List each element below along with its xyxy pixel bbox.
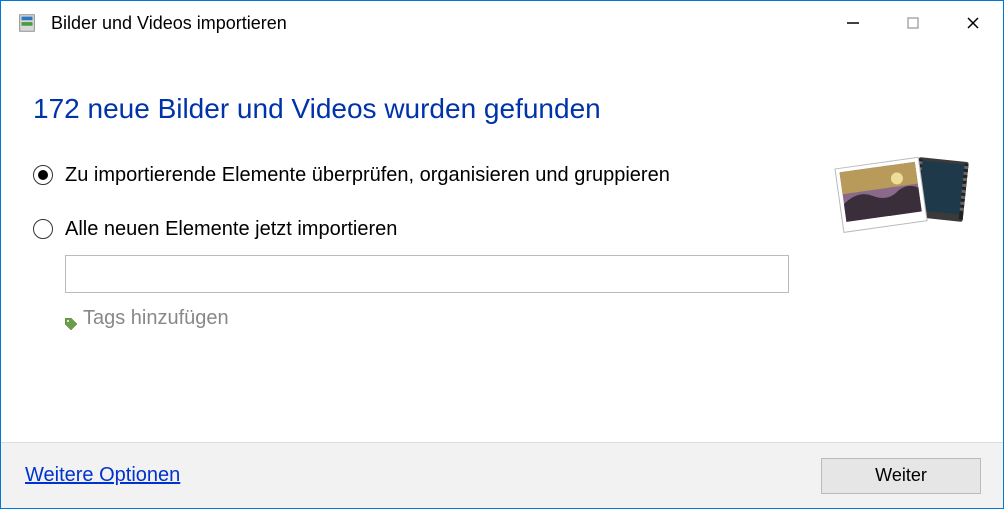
close-button[interactable]: [943, 1, 1003, 45]
maximize-button[interactable]: [883, 1, 943, 45]
options-area: Zu importierende Elemente überprüfen, or…: [33, 161, 973, 330]
tag-hint: Tags hinzufügen: [65, 307, 973, 330]
titlebar[interactable]: Bilder und Videos importieren: [1, 1, 1003, 45]
footer: Weitere Optionen Weiter: [1, 442, 1003, 508]
app-icon: [15, 11, 39, 35]
radio-icon: [33, 165, 53, 185]
tag-icon: [65, 313, 77, 325]
tag-input[interactable]: [65, 255, 789, 293]
next-button[interactable]: Weiter: [821, 458, 981, 494]
option-review-label: Zu importierende Elemente überprüfen, or…: [65, 161, 670, 189]
window-controls: [823, 1, 1003, 45]
tag-hint-text: Tags hinzufügen: [83, 307, 229, 330]
radio-icon: [33, 219, 53, 239]
more-options-link[interactable]: Weitere Optionen: [25, 464, 180, 487]
illustration-photos-icon: [833, 151, 973, 251]
window-title: Bilder und Videos importieren: [51, 13, 823, 34]
content-area: 172 neue Bilder und Videos wurden gefund…: [1, 45, 1003, 330]
option-review[interactable]: Zu importierende Elemente überprüfen, or…: [33, 161, 673, 189]
option-import-all[interactable]: Alle neuen Elemente jetzt importieren: [33, 215, 673, 243]
minimize-button[interactable]: [823, 1, 883, 45]
option-import-all-label: Alle neuen Elemente jetzt importieren: [65, 215, 397, 243]
headline: 172 neue Bilder und Videos wurden gefund…: [33, 93, 973, 125]
